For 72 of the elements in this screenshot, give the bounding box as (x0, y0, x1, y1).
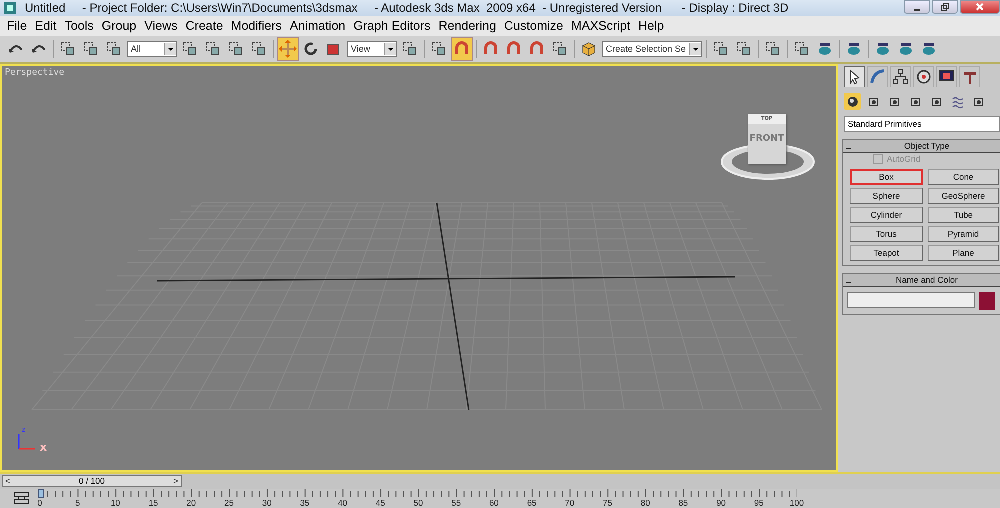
menu-item[interactable]: Group (98, 19, 142, 33)
object-type-button[interactable]: Torus (850, 226, 923, 242)
motion-tab-icon[interactable] (913, 66, 934, 87)
menu-item[interactable]: Views (142, 19, 183, 33)
x-axis-label: x (40, 441, 48, 454)
menu-item[interactable]: Customize (501, 19, 568, 33)
create-tab-icon[interactable] (844, 66, 865, 87)
minimize-icon (914, 9, 920, 11)
frame-number: 90 (716, 498, 726, 508)
object-type-button[interactable]: Pyramid (928, 226, 999, 242)
menu-item[interactable]: Create (182, 19, 228, 33)
frame-number: 65 (527, 498, 537, 508)
object-type-button[interactable]: GeoSphere (928, 188, 999, 204)
frame-number: 60 (489, 498, 499, 508)
frame-number: 45 (376, 498, 386, 508)
menu-item[interactable]: Rendering (436, 19, 502, 33)
menu-item[interactable]: Help (636, 19, 670, 33)
object-type-button[interactable]: Teapot (850, 245, 923, 261)
menu-item[interactable]: Graph Editors (350, 19, 436, 33)
object-type-button[interactable]: Tube (928, 207, 999, 223)
frame-number: 80 (640, 498, 650, 508)
time-slider-thumb[interactable]: < 0 / 100 > (2, 475, 182, 487)
object-category-dropdown[interactable]: Standard Primitives (844, 116, 1000, 132)
frame-number: 75 (603, 498, 612, 508)
menu-item[interactable]: Tools (62, 19, 99, 33)
frame-number: 70 (565, 498, 575, 508)
track-bar-toggle-icon[interactable] (14, 492, 30, 506)
frame-number: 0 (38, 498, 42, 508)
object-type-button[interactable]: Box (850, 169, 923, 185)
toolbar-dropdown[interactable]: Create Selection Se (602, 41, 702, 57)
app-logo-icon (3, 1, 17, 15)
frame-number: 20 (186, 498, 196, 508)
window-title: Untitled - Project Folder: C:\Users\Win7\Documents\3dsmax - Autodesk 3ds Max 2009 x64 - Unregistered Version - Display : Direct 3D (25, 1, 790, 15)
frame-number: 50 (414, 498, 424, 508)
hierarchy-tab-icon[interactable] (890, 66, 911, 87)
display-tab-icon[interactable] (936, 66, 957, 87)
menu-item[interactable]: Animation (287, 19, 351, 33)
object-type-button[interactable]: Cylinder (850, 207, 923, 223)
object-type-button[interactable]: Sphere (850, 188, 923, 204)
restore-button[interactable] (932, 0, 958, 14)
toolbar-dropdown[interactable]: All (127, 41, 177, 57)
restore-icon (940, 2, 950, 12)
menu-item[interactable]: Edit (32, 19, 62, 33)
frame-number: 10 (110, 498, 120, 508)
current-frame-marker[interactable] (38, 489, 44, 498)
autogrid-label: AutoGrid (887, 154, 921, 164)
frame-number: 100 (790, 498, 804, 508)
track-bar[interactable]: 0 5 10 15 20 25 30 35 40 45 50 55 60 65 70 75 80 85 90 95 100 (32, 489, 805, 508)
snap-icon[interactable] (452, 38, 472, 60)
toolbar-dropdown[interactable]: View (347, 41, 397, 57)
frame-number: 25 (224, 498, 234, 508)
menu-item[interactable]: File (4, 19, 32, 33)
frame-number: 95 (754, 498, 764, 508)
frame-number: 35 (300, 498, 310, 508)
utilities-tab-icon[interactable] (959, 66, 980, 87)
frame-number: 40 (338, 498, 348, 508)
frame-number: 85 (678, 498, 688, 508)
frame-number: 5 (75, 498, 80, 508)
close-button[interactable] (960, 0, 1000, 14)
frame-number: 15 (148, 498, 158, 508)
close-icon (975, 2, 985, 12)
geometry-icon[interactable] (844, 93, 861, 110)
object-name-field[interactable] (847, 292, 975, 308)
object-type-button[interactable]: Plane (928, 245, 999, 261)
minimize-button[interactable] (904, 0, 930, 14)
object-color-swatch[interactable] (979, 292, 995, 310)
object-type-button[interactable]: Cone (928, 169, 999, 185)
menu-item[interactable]: MAXScript (568, 19, 636, 33)
frame-number: 30 (262, 498, 272, 508)
menu-item[interactable]: Modifiers (228, 19, 288, 33)
frame-number: 55 (452, 498, 462, 508)
modify-tab-icon[interactable] (867, 66, 888, 87)
